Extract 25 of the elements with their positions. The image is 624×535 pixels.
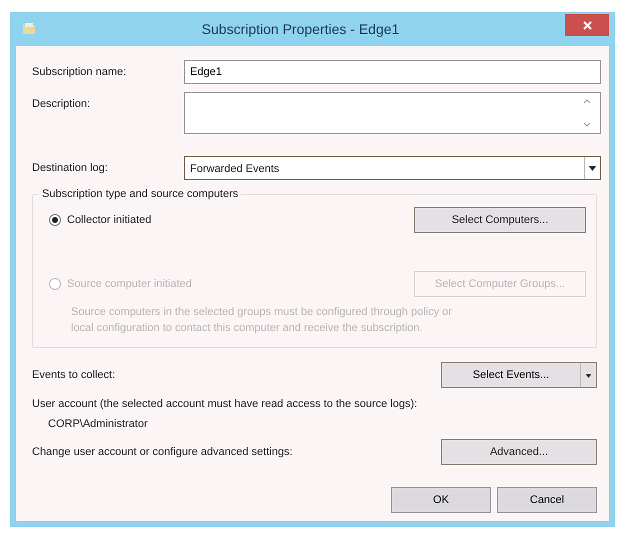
advanced-button[interactable]: Advanced...: [441, 438, 597, 465]
group-label: Subscription type and source computers: [39, 186, 242, 202]
text-area-field[interactable]: [184, 92, 601, 134]
field-label: Subscription name:: [32, 65, 128, 80]
field-label: Destination log:: [32, 161, 109, 176]
cancel-button[interactable]: Cancel: [497, 487, 597, 513]
select-button[interactable]: Select Computers...: [414, 207, 586, 233]
radio-label: Source computer initiated: [67, 276, 192, 292]
scroll-down-icon[interactable]: [583, 122, 591, 127]
radio-label: Collector initiated: [67, 212, 152, 228]
help-text: Source computers in the selected groups must be configured through policy or local configuration to contact this computer and receive the subscription.: [71, 305, 453, 336]
text-field[interactable]: Edge1: [184, 60, 601, 84]
radio-button[interactable]: [49, 214, 61, 226]
field-label: Events to collect:: [32, 368, 116, 383]
window-title: Subscription Properties - Edge1: [200, 20, 400, 39]
close-icon[interactable]: [582, 21, 592, 30]
field-label: User account (the selected account must have read access to the source logs):: [32, 396, 418, 412]
close-button[interactable]: [565, 14, 609, 36]
field-label: Description:: [32, 97, 92, 112]
ok-button[interactable]: OK: [391, 487, 491, 513]
app-icon: [22, 22, 36, 36]
dropdown-field[interactable]: Forwarded Events: [184, 156, 601, 180]
scroll-up-icon[interactable]: [583, 99, 591, 104]
field-label: Change user account or configure advanced settings:: [32, 444, 292, 460]
account-name: CORP\Administrator: [48, 417, 149, 432]
